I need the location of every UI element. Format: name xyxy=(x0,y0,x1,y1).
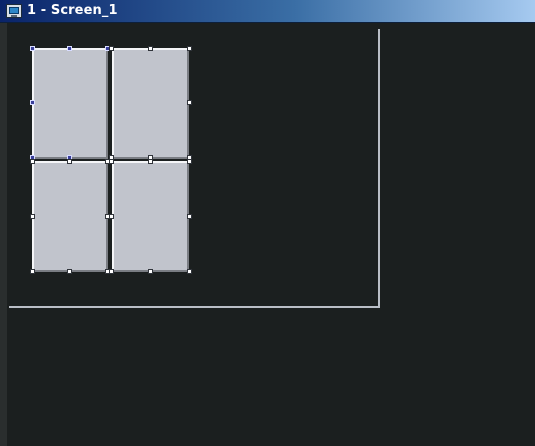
resize-handle[interactable] xyxy=(148,46,153,51)
resize-handle[interactable] xyxy=(187,100,192,105)
resize-handle[interactable] xyxy=(109,159,114,164)
selected-object-top-right[interactable] xyxy=(112,48,189,159)
resize-handle[interactable] xyxy=(148,269,153,274)
screen-window-icon xyxy=(6,4,22,18)
resize-handle[interactable] xyxy=(148,159,153,164)
title-bar[interactable]: 1 - Screen_1 xyxy=(0,0,535,23)
screen-editor-window: 1 - Screen_1 xyxy=(0,0,535,446)
resize-handle[interactable] xyxy=(67,159,72,164)
resize-handle[interactable] xyxy=(109,214,114,219)
resize-handle[interactable] xyxy=(30,214,35,219)
resize-handle[interactable] xyxy=(30,100,35,105)
resize-handle[interactable] xyxy=(187,269,192,274)
resize-handle[interactable] xyxy=(67,269,72,274)
selected-object-bottom-left[interactable] xyxy=(32,161,108,272)
resize-handle[interactable] xyxy=(187,214,192,219)
resize-handle[interactable] xyxy=(109,46,114,51)
selected-object-bottom-right[interactable] xyxy=(112,161,189,272)
resize-handle[interactable] xyxy=(67,46,72,51)
resize-handle[interactable] xyxy=(187,46,192,51)
selected-object-top-left[interactable] xyxy=(32,48,108,159)
resize-handle[interactable] xyxy=(30,46,35,51)
window-title: 1 - Screen_1 xyxy=(27,3,118,18)
resize-handle[interactable] xyxy=(30,269,35,274)
resize-handle[interactable] xyxy=(187,159,192,164)
resize-handle[interactable] xyxy=(109,269,114,274)
resize-handle[interactable] xyxy=(30,159,35,164)
